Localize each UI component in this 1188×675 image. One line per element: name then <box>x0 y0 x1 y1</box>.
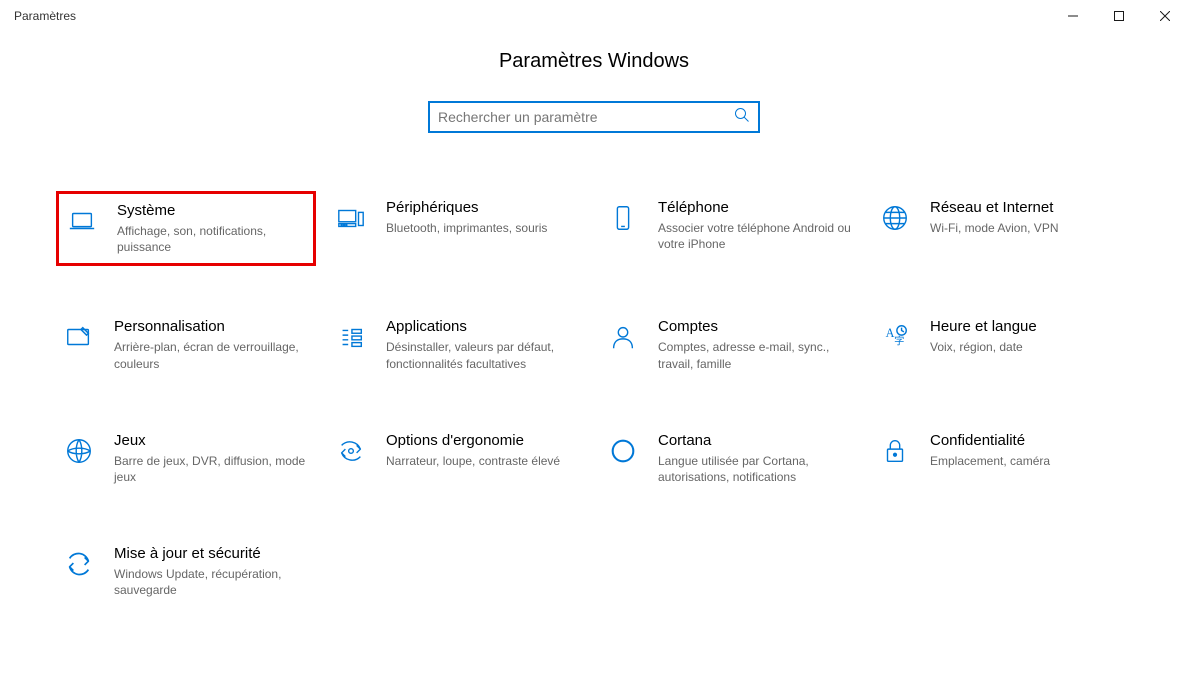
search-wrap <box>0 101 1188 133</box>
window-controls <box>1050 0 1188 32</box>
search-input[interactable] <box>438 109 734 125</box>
cortana-icon <box>606 434 640 468</box>
tile-desc: Bluetooth, imprimantes, souris <box>386 220 582 236</box>
tile-gaming[interactable]: Jeux Barre de jeux, DVR, diffusion, mode… <box>56 424 316 493</box>
ease-of-access-icon <box>334 434 368 468</box>
close-button[interactable] <box>1142 0 1188 32</box>
page-title: Paramètres Windows <box>0 50 1188 73</box>
tile-title: Téléphone <box>658 199 854 216</box>
settings-grid: Système Affichage, son, notifications, p… <box>0 191 1188 607</box>
tile-title: Heure et langue <box>930 318 1126 335</box>
personalization-icon <box>62 320 96 354</box>
tile-personalization[interactable]: Personnalisation Arrière-plan, écran de … <box>56 310 316 379</box>
tile-system[interactable]: Système Affichage, son, notifications, p… <box>56 191 316 266</box>
tile-desc: Arrière-plan, écran de verrouillage, cou… <box>114 339 310 371</box>
tile-desc: Barre de jeux, DVR, diffusion, mode jeux <box>114 453 310 485</box>
update-icon <box>62 547 96 581</box>
devices-icon <box>334 201 368 235</box>
tile-devices[interactable]: Périphériques Bluetooth, imprimantes, so… <box>328 191 588 266</box>
tile-title: Jeux <box>114 432 310 449</box>
search-icon <box>734 107 750 128</box>
gaming-icon <box>62 434 96 468</box>
tile-title: Périphériques <box>386 199 582 216</box>
tile-time-language[interactable]: A字 Heure et langue Voix, région, date <box>872 310 1132 379</box>
tile-title: Confidentialité <box>930 432 1126 449</box>
maximize-button[interactable] <box>1096 0 1142 32</box>
tile-cortana[interactable]: Cortana Langue utilisée par Cortana, aut… <box>600 424 860 493</box>
tile-apps[interactable]: Applications Désinstaller, valeurs par d… <box>328 310 588 379</box>
search-box[interactable] <box>428 101 760 133</box>
tile-ease-of-access[interactable]: Options d'ergonomie Narrateur, loupe, co… <box>328 424 588 493</box>
titlebar: Paramètres <box>0 0 1188 32</box>
tile-desc: Emplacement, caméra <box>930 453 1126 469</box>
tile-desc: Voix, région, date <box>930 339 1126 355</box>
tile-desc: Associer votre téléphone Android ou votr… <box>658 220 854 252</box>
tile-title: Options d'ergonomie <box>386 432 582 449</box>
laptop-icon <box>65 204 99 238</box>
time-language-icon: A字 <box>878 320 912 354</box>
tile-desc: Windows Update, récupération, sauvegarde <box>114 566 310 598</box>
tile-privacy[interactable]: Confidentialité Emplacement, caméra <box>872 424 1132 493</box>
tile-accounts[interactable]: Comptes Comptes, adresse e-mail, sync., … <box>600 310 860 379</box>
tile-desc: Affichage, son, notifications, puissance <box>117 223 307 255</box>
tile-title: Mise à jour et sécurité <box>114 545 310 562</box>
tile-desc: Wi-Fi, mode Avion, VPN <box>930 220 1126 236</box>
window-title: Paramètres <box>14 9 76 23</box>
tile-network[interactable]: Réseau et Internet Wi-Fi, mode Avion, VP… <box>872 191 1132 266</box>
lock-icon <box>878 434 912 468</box>
accounts-icon <box>606 320 640 354</box>
tile-title: Comptes <box>658 318 854 335</box>
svg-text:字: 字 <box>894 335 904 348</box>
tile-desc: Comptes, adresse e-mail, sync., travail,… <box>658 339 854 371</box>
tile-phone[interactable]: Téléphone Associer votre téléphone Andro… <box>600 191 860 266</box>
tile-desc: Narrateur, loupe, contraste élevé <box>386 453 582 469</box>
tile-title: Applications <box>386 318 582 335</box>
tile-desc: Langue utilisée par Cortana, autorisatio… <box>658 453 854 485</box>
phone-icon <box>606 201 640 235</box>
tile-title: Système <box>117 202 307 219</box>
globe-icon <box>878 201 912 235</box>
apps-icon <box>334 320 368 354</box>
tile-desc: Désinstaller, valeurs par défaut, foncti… <box>386 339 582 371</box>
minimize-button[interactable] <box>1050 0 1096 32</box>
tile-update-security[interactable]: Mise à jour et sécurité Windows Update, … <box>56 537 316 606</box>
page-header: Paramètres Windows <box>0 50 1188 73</box>
tile-title: Cortana <box>658 432 854 449</box>
tile-title: Personnalisation <box>114 318 310 335</box>
tile-title: Réseau et Internet <box>930 199 1126 216</box>
